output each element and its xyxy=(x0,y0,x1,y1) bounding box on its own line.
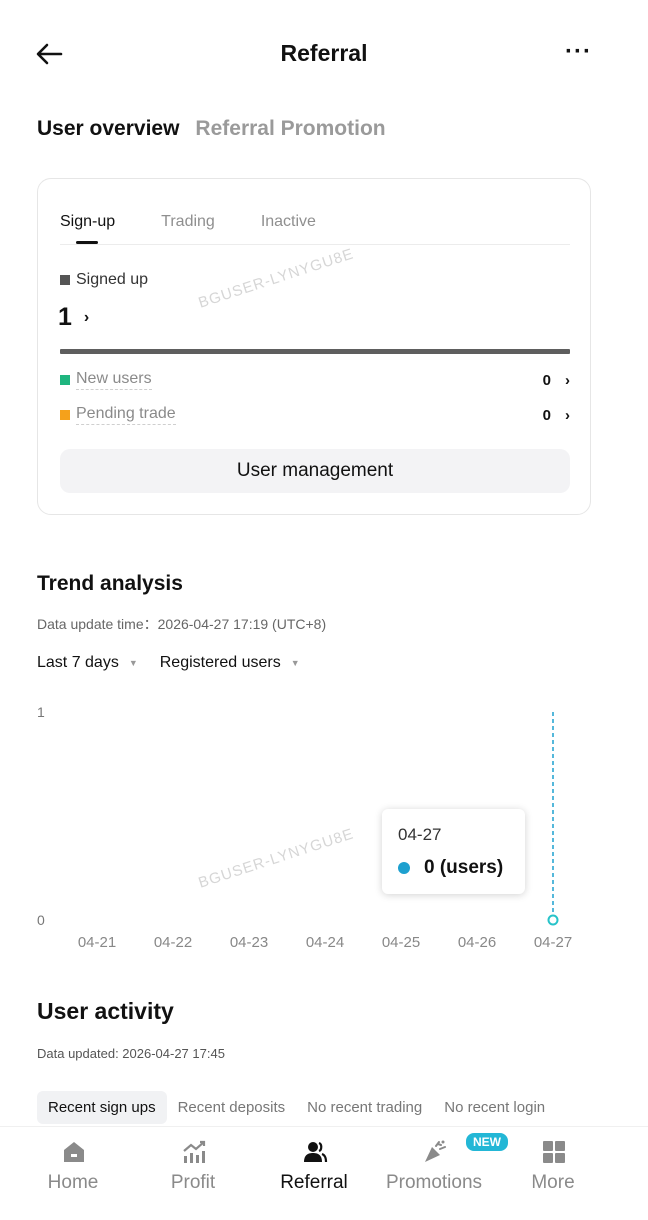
metric-filter-dropdown[interactable]: Registered users ▼ xyxy=(160,654,300,672)
range-filter-dropdown[interactable]: Last 7 days ▼ xyxy=(37,654,138,672)
signed-up-label: Signed up xyxy=(76,271,149,288)
chevron-right-icon: › xyxy=(83,308,90,326)
y-tick-label: 1 xyxy=(37,704,45,720)
signed-up-legend-square xyxy=(60,275,70,285)
x-tick-label: 04-25 xyxy=(382,934,420,951)
caret-down-icon: ▼ xyxy=(290,658,300,668)
chevron-right-icon: › xyxy=(565,371,570,389)
overview-sub-tabs: Sign-up Trading Inactive xyxy=(60,213,570,245)
nav-more[interactable]: More xyxy=(498,1127,608,1207)
new-users-value-group: 0 › xyxy=(543,372,570,389)
nav-profit[interactable]: Profit xyxy=(138,1127,248,1207)
activity-update-time: Data updated: 2026-04-27 17:45 xyxy=(37,1046,225,1061)
trend-filters: Last 7 days ▼ Registered users ▼ xyxy=(37,654,300,672)
grid-icon xyxy=(543,1141,565,1163)
chevron-right-icon: › xyxy=(565,406,570,424)
pending-trade-legend-square xyxy=(60,410,70,420)
y-tick-label: 0 xyxy=(37,912,45,928)
nav-more-label: More xyxy=(531,1172,575,1193)
sub-tab-inactive[interactable]: Inactive xyxy=(261,213,316,244)
page-title: Referral xyxy=(280,40,368,66)
tab-no-recent-login[interactable]: No recent login xyxy=(433,1091,556,1124)
tab-referral-promotion[interactable]: Referral Promotion xyxy=(195,117,385,141)
range-filter-label: Last 7 days xyxy=(37,654,119,671)
header: Referral ··· xyxy=(0,0,648,108)
x-tick-label: 04-23 xyxy=(230,934,268,951)
nav-referral[interactable]: Referral xyxy=(259,1127,369,1207)
sub-tab-trading[interactable]: Trading xyxy=(161,213,215,244)
x-tick-label: 04-22 xyxy=(154,934,192,951)
tooltip-value-row: 0 (users) xyxy=(398,857,503,879)
home-icon xyxy=(64,1142,84,1162)
more-options-icon[interactable]: ··· xyxy=(565,38,592,66)
pending-trade-row[interactable]: Pending trade 0 › xyxy=(60,404,570,426)
pending-trade-value-group: 0 › xyxy=(543,407,570,424)
user-overview-card: Sign-up Trading Inactive Signed up 1 › N… xyxy=(37,178,591,515)
nav-promotions-label: Promotions xyxy=(385,1172,483,1193)
tab-recent-sign-ups[interactable]: Recent sign ups xyxy=(37,1091,167,1124)
new-users-row[interactable]: New users 0 › xyxy=(60,369,570,391)
data-point xyxy=(547,914,559,926)
x-tick-label: 04-26 xyxy=(458,934,496,951)
metric-filter-label: Registered users xyxy=(159,654,281,671)
caret-down-icon: ▼ xyxy=(128,658,138,668)
trend-update-time: Data update time：2026-04-27 17:19 (UTC+8… xyxy=(37,616,327,632)
megaphone-icon xyxy=(425,1140,446,1162)
nav-home-label: Home xyxy=(47,1172,99,1193)
new-users-legend-square xyxy=(60,375,70,385)
new-users-value: 0 xyxy=(542,371,551,389)
pending-trade-label: Pending trade xyxy=(76,405,176,425)
x-tick-label: 04-21 xyxy=(78,934,116,951)
bottom-navigation: Home Profit Referral Promotions More NEW xyxy=(0,1126,648,1220)
profit-chart-icon xyxy=(183,1140,206,1163)
signed-up-count-value: 1 xyxy=(58,303,72,331)
new-users-label: New users xyxy=(76,370,152,390)
user-activity-title: User activity xyxy=(37,998,174,1024)
nav-profit-label: Profit xyxy=(170,1172,216,1193)
signed-up-progress-bar xyxy=(60,349,570,354)
users-icon xyxy=(304,1141,328,1163)
tooltip-date: 04-27 xyxy=(398,825,442,844)
trend-analysis-title: Trend analysis xyxy=(37,572,183,595)
sub-tab-sign-up[interactable]: Sign-up xyxy=(60,213,115,244)
user-management-button[interactable]: User management xyxy=(60,449,570,493)
pending-trade-value: 0 xyxy=(542,406,551,424)
nav-home[interactable]: Home xyxy=(18,1127,128,1207)
series-dot xyxy=(398,862,410,874)
tooltip-value: 0 (users) xyxy=(424,857,504,878)
signed-up-count[interactable]: 1 › xyxy=(58,303,89,332)
chart-tooltip: 04-27 0 (users) xyxy=(382,809,525,894)
new-badge: NEW xyxy=(465,1132,509,1152)
x-tick-label: 04-24 xyxy=(306,934,344,951)
main-tabs: User overview Referral Promotion xyxy=(37,117,386,141)
x-tick-label: 04-27 xyxy=(534,934,572,951)
nav-referral-label: Referral xyxy=(280,1172,348,1193)
tab-no-recent-trading[interactable]: No recent trading xyxy=(296,1091,433,1124)
activity-tabs: Recent sign ups Recent deposits No recent … xyxy=(37,1091,593,1125)
signed-up-label-row: Signed up xyxy=(60,271,148,289)
tab-user-overview[interactable]: User overview xyxy=(37,117,179,141)
trend-chart[interactable]: 0 1 04-21 04-22 04-23 04-24 04-25 04-26 04-27 xyxy=(0,700,648,960)
tab-recent-deposits[interactable]: Recent deposits xyxy=(167,1091,297,1124)
